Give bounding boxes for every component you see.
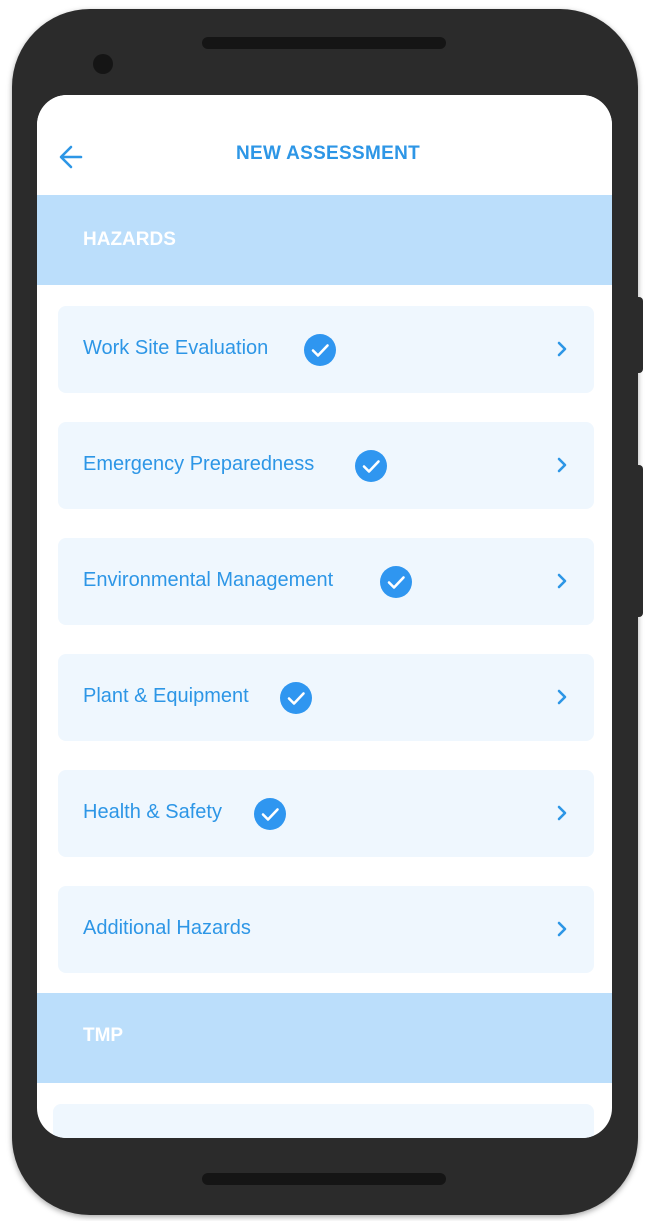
list-item-emergency-preparedness[interactable]: Emergency Preparedness bbox=[58, 422, 594, 509]
list-item-health-safety[interactable]: Health & Safety bbox=[58, 770, 594, 857]
list-item-additional-hazards[interactable]: Additional Hazards bbox=[58, 886, 594, 973]
check-circle-icon bbox=[254, 798, 286, 830]
chevron-right-icon bbox=[557, 689, 567, 705]
list-item-label: Plant & Equipment bbox=[83, 685, 249, 707]
app-screen: NEW ASSESSMENT HAZARDS Work Site Evaluat… bbox=[37, 95, 612, 1138]
phone-side-button-top bbox=[636, 297, 643, 373]
phone-top-speaker bbox=[202, 37, 446, 49]
section-title-tmp: TMP bbox=[83, 1025, 124, 1046]
list-item-environmental-management[interactable]: Environmental Management bbox=[58, 538, 594, 625]
check-circle-icon bbox=[380, 566, 412, 598]
section-header-tmp: TMP bbox=[37, 993, 612, 1083]
section-header-hazards: HAZARDS bbox=[37, 195, 612, 285]
check-circle-icon bbox=[280, 682, 312, 714]
chevron-right-icon bbox=[557, 457, 567, 473]
list-item-plant-equipment[interactable]: Plant & Equipment bbox=[58, 654, 594, 741]
app-header: NEW ASSESSMENT bbox=[37, 95, 612, 195]
list-item-label: Additional Hazards bbox=[83, 917, 251, 939]
list-item[interactable] bbox=[53, 1104, 594, 1138]
chevron-right-icon bbox=[557, 573, 567, 589]
phone-bottom-speaker bbox=[202, 1173, 446, 1185]
phone-side-button-bottom bbox=[636, 465, 643, 617]
list-item-work-site-evaluation[interactable]: Work Site Evaluation bbox=[58, 306, 594, 393]
list-item-label: Environmental Management bbox=[83, 569, 334, 591]
check-circle-icon bbox=[304, 334, 336, 366]
list-item-label: Emergency Preparedness bbox=[83, 453, 315, 475]
section-title-hazards: HAZARDS bbox=[83, 229, 176, 250]
list-item-label: Health & Safety bbox=[83, 801, 222, 823]
chevron-right-icon bbox=[557, 341, 567, 357]
phone-camera bbox=[93, 54, 113, 74]
chevron-right-icon bbox=[557, 921, 567, 937]
chevron-right-icon bbox=[557, 805, 567, 821]
check-circle-icon bbox=[355, 450, 387, 482]
list-item-label: Work Site Evaluation bbox=[83, 337, 269, 359]
page-title: NEW ASSESSMENT bbox=[235, 143, 420, 164]
